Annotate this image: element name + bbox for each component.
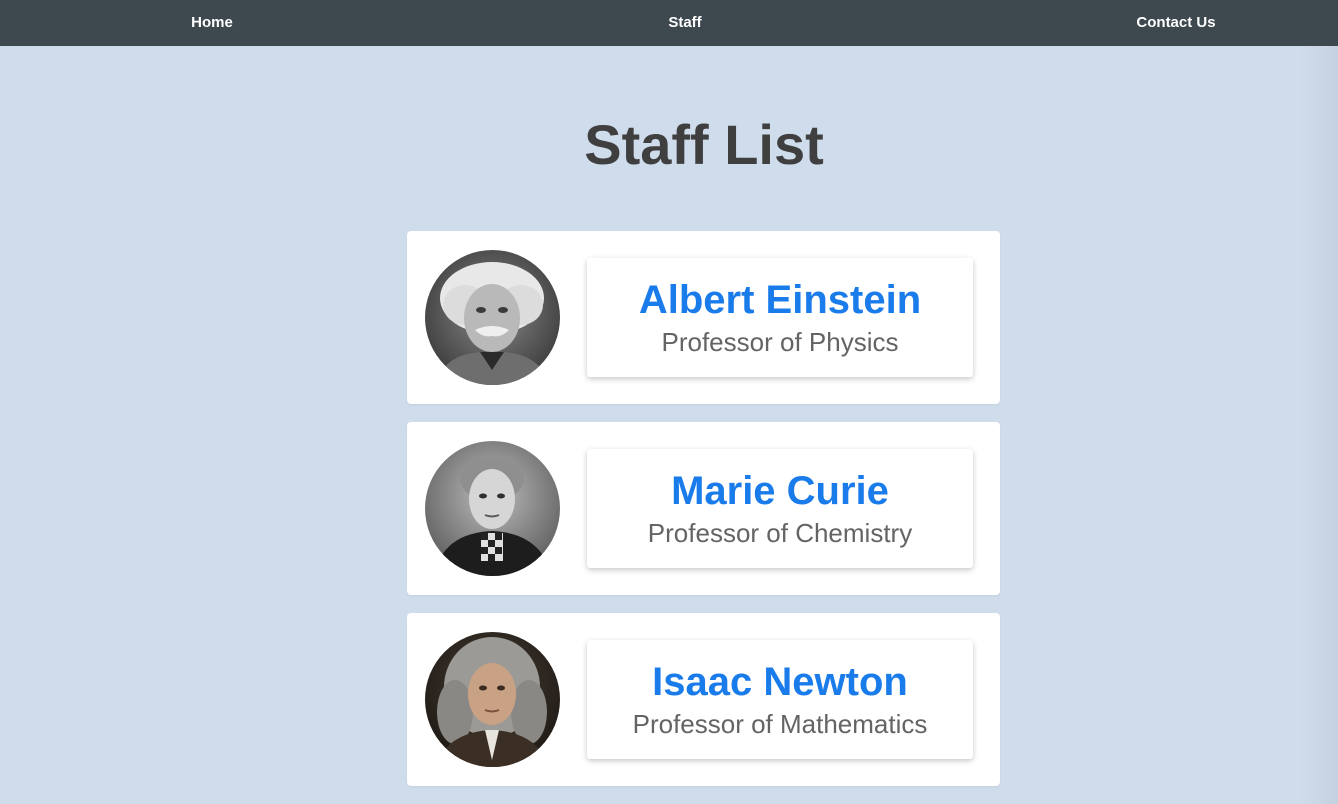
staff-photo-newton — [425, 632, 560, 767]
nav-link-staff[interactable]: Staff — [668, 0, 701, 46]
staff-card: Isaac Newton Professor of Mathematics — [407, 613, 1000, 786]
staff-list: Albert Einstein Professor of Physics Mar… — [407, 231, 1000, 804]
staff-role: Professor of Mathematics — [632, 709, 928, 739]
page-title: Staff List — [584, 113, 824, 176]
staff-photo-curie — [425, 441, 560, 576]
top-navbar: Home Staff Contact Us — [0, 0, 1338, 46]
portrait-icon — [425, 632, 560, 767]
staff-card: Marie Curie Professor of Chemistry — [407, 422, 1000, 595]
staff-photo-einstein — [425, 250, 560, 385]
portrait-icon — [425, 441, 560, 576]
staff-info-box: Marie Curie Professor of Chemistry — [587, 449, 973, 568]
portrait-icon — [425, 250, 560, 385]
staff-info-box: Albert Einstein Professor of Physics — [587, 258, 973, 377]
staff-card: Albert Einstein Professor of Physics — [407, 231, 1000, 404]
nav-link-contact-us[interactable]: Contact Us — [1136, 0, 1215, 46]
nav-link-home[interactable]: Home — [191, 0, 233, 46]
staff-role: Professor of Chemistry — [647, 518, 913, 548]
staff-name[interactable]: Marie Curie — [587, 449, 973, 515]
staff-role: Professor of Physics — [661, 327, 899, 357]
staff-info-box: Isaac Newton Professor of Mathematics — [587, 640, 973, 759]
staff-name[interactable]: Isaac Newton — [587, 640, 973, 706]
staff-name[interactable]: Albert Einstein — [587, 258, 973, 324]
